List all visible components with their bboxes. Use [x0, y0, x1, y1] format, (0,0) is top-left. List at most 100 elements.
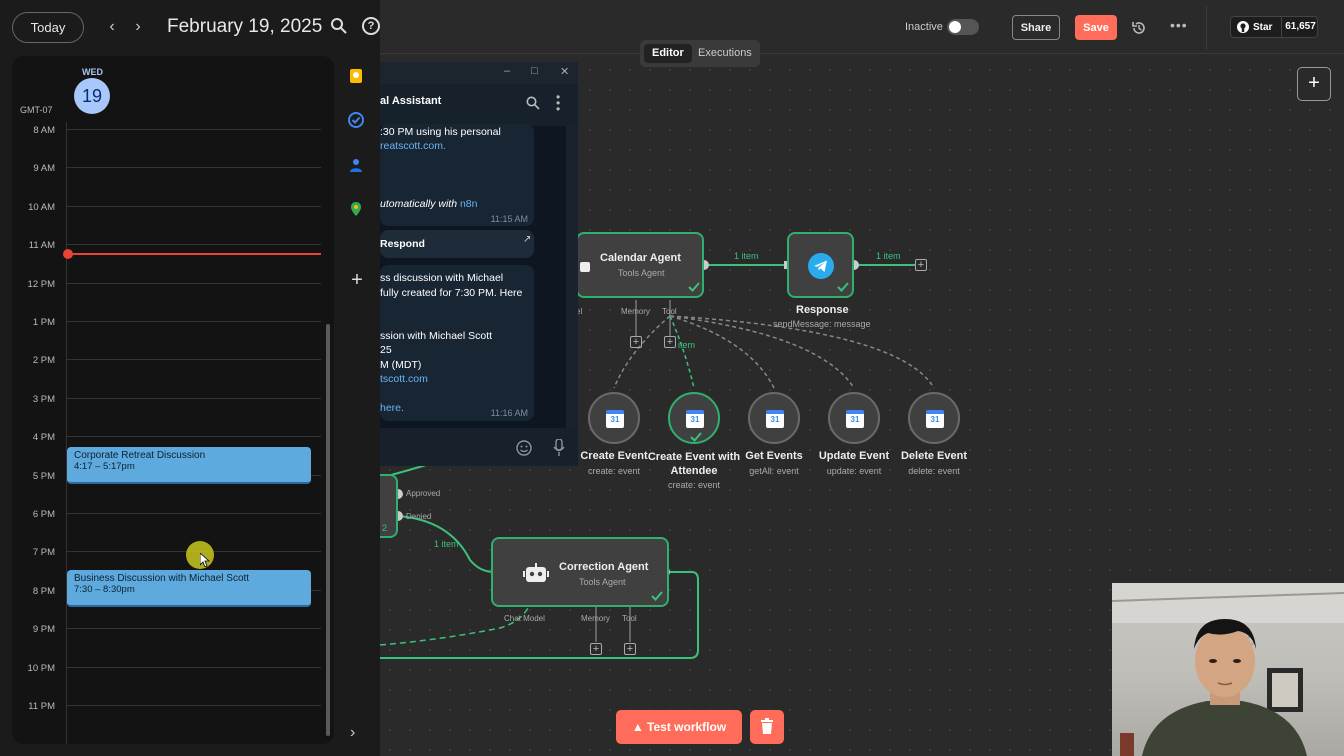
minimize-icon[interactable]: –: [504, 65, 510, 77]
telegram-icon: [808, 253, 834, 279]
correction-agent-node[interactable]: Correction Agent Tools Agent: [491, 537, 669, 607]
hour-label: 9 AM: [33, 163, 55, 174]
microphone-icon[interactable]: [553, 439, 565, 457]
day-view-scrollbar[interactable]: [326, 324, 330, 736]
tool-node-delete-event[interactable]: 31: [908, 392, 960, 444]
branch-label-approved: Approved: [406, 489, 441, 498]
help-icon[interactable]: ?: [362, 17, 380, 35]
add-tool-button[interactable]: +: [624, 643, 636, 655]
tasks-icon[interactable]: [348, 112, 364, 128]
contacts-icon[interactable]: [348, 157, 364, 173]
add-tool-button[interactable]: +: [664, 336, 676, 348]
close-icon[interactable]: ✕: [560, 65, 569, 78]
message-italic: utomatically with n8n: [380, 197, 477, 211]
tool-subtitle: create: event: [667, 480, 721, 490]
today-button[interactable]: Today: [12, 12, 84, 43]
calendar-header: Today ‹ › February 19, 2025 ?: [0, 0, 380, 56]
tool-label: Tool: [662, 307, 677, 316]
timezone-label: GMT-07: [20, 105, 53, 115]
hour-label: 3 PM: [32, 394, 55, 405]
response-node[interactable]: [787, 232, 854, 298]
side-panel-rail: + ›: [340, 56, 374, 756]
calendar-panel: Today ‹ › February 19, 2025 ? WED 19 GMT…: [0, 0, 380, 756]
edge-item-count: item: [678, 340, 696, 350]
hour-label: 10 PM: [27, 663, 55, 674]
edge-item-count: 1 item: [734, 251, 759, 261]
delete-button[interactable]: [750, 710, 784, 744]
hour-label: 11 AM: [28, 240, 55, 251]
more-vertical-icon[interactable]: • • •: [556, 91, 560, 115]
edge-item-count: 1 item: [876, 251, 901, 261]
calendar-event[interactable]: Business Discussion with Michael Scott 7…: [67, 570, 311, 607]
hour-label: 9 PM: [32, 624, 55, 635]
chevron-left-icon[interactable]: ‹: [102, 16, 122, 38]
tool-node-create-event[interactable]: 31: [588, 392, 640, 444]
hour-label: 11 PM: [28, 701, 55, 712]
message-link[interactable]: reatscott.com.: [380, 139, 446, 153]
add-memory-button[interactable]: +: [630, 336, 642, 348]
calendar-agent-node[interactable]: Calendar Agent Tools Agent: [576, 232, 704, 298]
event-title: Corporate Retreat Discussion: [74, 450, 206, 461]
emoji-icon[interactable]: [516, 440, 532, 456]
chat-scroll-track[interactable]: [566, 126, 578, 428]
message-input-bar[interactable]: [380, 428, 578, 466]
hour-line: [66, 244, 321, 245]
chat-message: :30 PM using his personal reatscott.com.…: [380, 124, 534, 226]
reply-header[interactable]: Respond ↗: [380, 230, 534, 258]
open-external-icon[interactable]: ↗: [523, 233, 531, 247]
google-calendar-icon: 31: [926, 410, 944, 428]
chevron-right-icon[interactable]: ›: [128, 16, 148, 38]
chevron-right-icon[interactable]: ›: [350, 724, 355, 742]
node-title: Correction Agent: [559, 561, 649, 573]
tool-node-update-event[interactable]: 31: [828, 392, 880, 444]
telegram-chat-window: – □ ✕ al Assistant • • • :30 PM using his …: [380, 62, 578, 466]
branch-item-fragment: 2: [382, 523, 388, 533]
message-time: 11:16 AM: [490, 408, 528, 418]
message-link[interactable]: here.: [380, 401, 404, 415]
hour-line: [66, 283, 321, 284]
message-line: ss discussion with Michael: [380, 272, 504, 284]
keep-icon[interactable]: [348, 68, 364, 84]
event-title: Business Discussion with Michael Scott: [74, 573, 250, 584]
tool-node-get-events[interactable]: 31: [748, 392, 800, 444]
add-addon-icon[interactable]: +: [349, 270, 365, 290]
success-check-icon: [688, 282, 700, 292]
hour-label: 10 AM: [28, 202, 55, 213]
italic-text: utomatically with: [380, 198, 458, 210]
hour-label: 1 PM: [32, 317, 55, 328]
day-number[interactable]: 19: [74, 78, 110, 114]
add-next-node-button[interactable]: +: [915, 259, 927, 271]
window-titlebar: – □ ✕: [380, 62, 578, 84]
tool-node-create-event-with-attendee[interactable]: 31: [668, 392, 720, 444]
message-line: M (MDT): [380, 359, 422, 371]
google-calendar-icon: 31: [766, 410, 784, 428]
success-check-icon: [837, 282, 849, 292]
message-link[interactable]: tscott.com: [380, 372, 428, 386]
search-icon[interactable]: [330, 17, 348, 35]
hour-line: [66, 206, 321, 207]
node-title: Calendar Agent: [600, 252, 681, 264]
node-subtitle: sendMessage: message: [773, 319, 871, 329]
google-calendar-icon: 31: [606, 410, 624, 428]
calendar-event[interactable]: Corporate Retreat Discussion 4:17 – 5:17…: [67, 447, 311, 484]
search-icon[interactable]: [526, 96, 540, 110]
tool-subtitle: delete: event: [908, 466, 960, 476]
chat-header: al Assistant • • •: [380, 84, 578, 126]
success-check-icon: [690, 432, 702, 442]
tool-link: [669, 315, 775, 389]
maps-icon[interactable]: [348, 201, 364, 217]
hour-label: 2 PM: [32, 355, 55, 366]
add-memory-button[interactable]: +: [590, 643, 602, 655]
maximize-icon[interactable]: □: [531, 65, 538, 77]
n8n-link[interactable]: n8n: [460, 198, 478, 210]
day-abbreviation: WED: [82, 67, 103, 77]
chat-title: al Assistant: [380, 95, 442, 107]
node-subtitle: Tools Agent: [579, 577, 626, 587]
test-workflow-button[interactable]: ▲ Test workflow: [616, 710, 742, 744]
hour-label: 12 PM: [27, 279, 55, 290]
current-time-dot: [63, 249, 73, 259]
chat-model-label: Chat Model: [504, 614, 545, 623]
hour-line: [66, 628, 321, 629]
hour-label: 5 PM: [32, 471, 55, 482]
presenter-video: [1112, 583, 1344, 756]
